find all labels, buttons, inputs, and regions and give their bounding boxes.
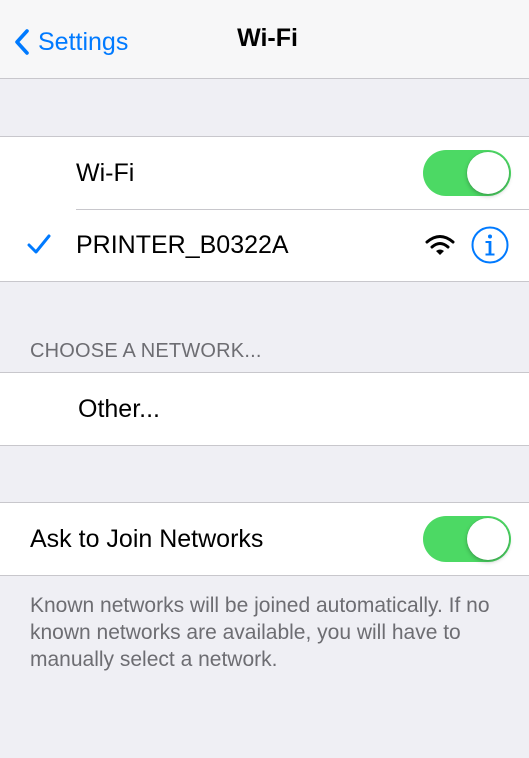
ask-to-join-group: Ask to Join Networks — [0, 502, 529, 576]
wifi-label: Wi-Fi — [76, 158, 135, 187]
choose-network-header: CHOOSE A NETWORK... — [30, 340, 262, 362]
choose-network-group: Other... — [0, 372, 529, 446]
ask-to-join-label: Ask to Join Networks — [30, 524, 264, 553]
connected-network-row[interactable]: PRINTER_B0322A — [0, 209, 529, 281]
checkmark-icon — [27, 233, 51, 260]
wifi-signal-icon — [425, 234, 455, 261]
wifi-group: Wi-Fi PRINTER_B0322A — [0, 136, 529, 282]
chevron-left-icon — [14, 28, 30, 56]
back-button-label: Settings — [38, 27, 129, 56]
navigation-bar: Settings Wi-Fi — [0, 0, 529, 79]
info-icon[interactable] — [470, 225, 510, 270]
wifi-toggle[interactable] — [423, 150, 511, 196]
toggle-knob — [467, 518, 509, 560]
wifi-toggle-row: Wi-Fi — [0, 137, 529, 209]
toggle-knob — [467, 152, 509, 194]
other-network-row[interactable]: Other... — [0, 373, 529, 445]
ask-to-join-toggle[interactable] — [423, 516, 511, 562]
other-network-label: Other... — [78, 394, 160, 423]
ask-to-join-row: Ask to Join Networks — [0, 503, 529, 575]
network-name: PRINTER_B0322A — [76, 230, 289, 259]
back-button[interactable]: Settings — [14, 22, 128, 62]
ask-to-join-footer: Known networks will be joined automatica… — [30, 594, 490, 671]
